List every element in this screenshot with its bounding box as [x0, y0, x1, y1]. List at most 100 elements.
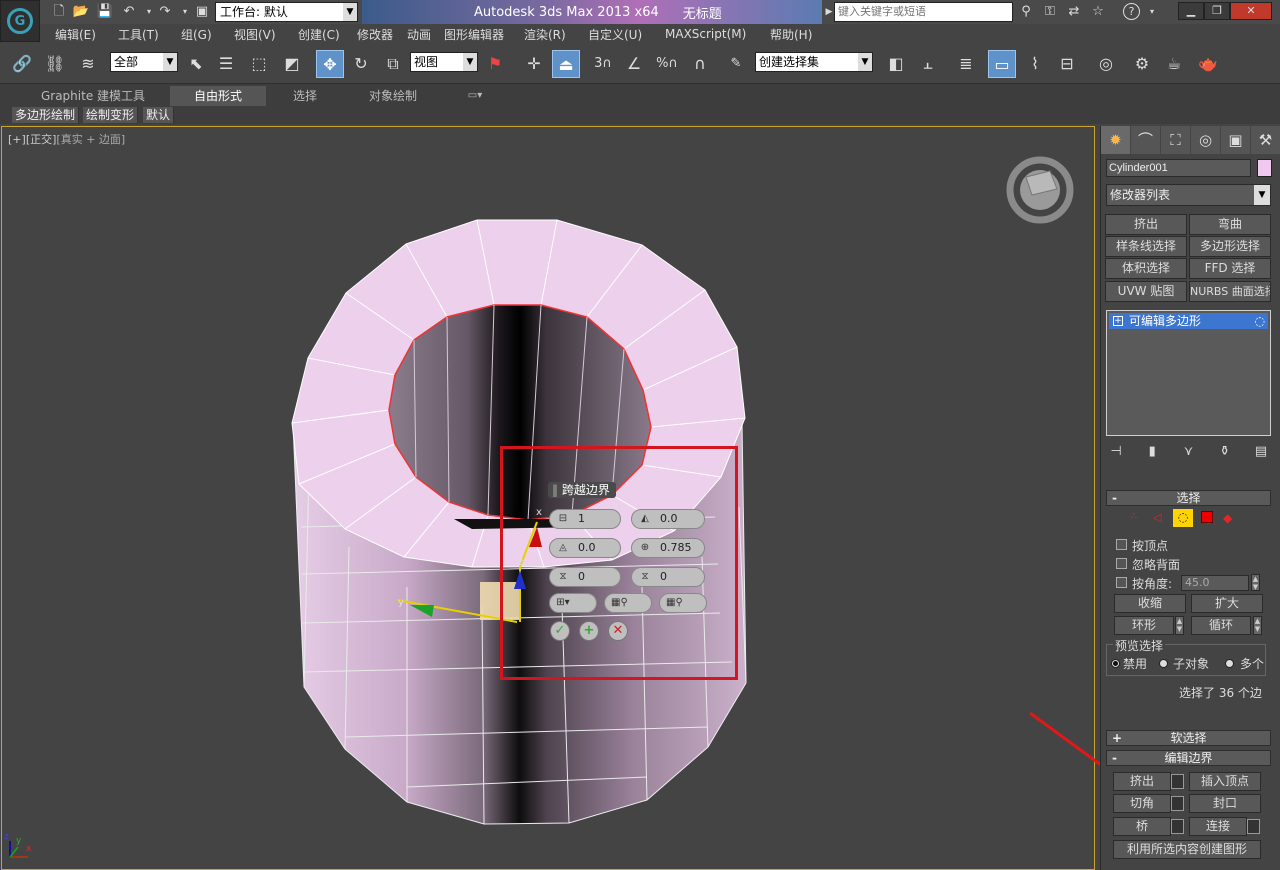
- hierarchy-tab-icon[interactable]: ⛶: [1161, 126, 1190, 154]
- make-unique-icon[interactable]: ⋎: [1179, 444, 1199, 464]
- app-logo-button[interactable]: G: [0, 0, 40, 42]
- snaps-toggle-button[interactable]: 3∩: [589, 50, 617, 78]
- workspace-dropdown[interactable]: 工作台: 默认 ▼: [215, 2, 358, 22]
- rotate-icon[interactable]: ↻: [347, 50, 375, 78]
- remove-modifier-icon[interactable]: ⚱: [1215, 444, 1235, 464]
- layer-manager-icon[interactable]: ≣: [952, 50, 980, 78]
- expand-icon[interactable]: +: [1113, 316, 1123, 326]
- nurbs-surface-select-button[interactable]: NURBS 曲面选择: [1189, 281, 1271, 302]
- edit-borders-rollout-header[interactable]: - 编辑边界: [1106, 750, 1271, 766]
- loop-button[interactable]: 循环: [1191, 616, 1251, 635]
- subtab-defaults[interactable]: 默认: [143, 107, 175, 123]
- chamfer-button[interactable]: 切角: [1113, 794, 1171, 813]
- utilities-tab-icon[interactable]: ⚒: [1251, 126, 1280, 154]
- angle-spinner[interactable]: ▲ ▼: [1251, 574, 1260, 591]
- close-button[interactable]: ✕: [1230, 2, 1272, 20]
- maximize-button[interactable]: ❐: [1204, 2, 1230, 20]
- preview-multi-radio[interactable]: [1225, 659, 1234, 668]
- viewcube[interactable]: [1006, 156, 1074, 224]
- ffd-select-button[interactable]: FFD 选择: [1189, 258, 1271, 279]
- tab-graphite-modeling[interactable]: Graphite 建模工具: [18, 86, 168, 106]
- modifier-stack[interactable]: + 可编辑多边形 ◌: [1106, 310, 1271, 436]
- render-setup-icon[interactable]: ⚙: [1128, 50, 1156, 78]
- menu-graph-editors[interactable]: 图形编辑器: [444, 26, 504, 43]
- uvw-map-button[interactable]: UVW 贴图: [1105, 281, 1187, 302]
- display-tab-icon[interactable]: ▣: [1221, 126, 1250, 154]
- select-object-icon[interactable]: ⬉: [182, 50, 210, 78]
- rendered-frame-icon[interactable]: ☕: [1160, 50, 1188, 78]
- tab-freeform[interactable]: 自由形式: [170, 86, 266, 106]
- poly-select-button[interactable]: 多边形选择: [1189, 236, 1271, 257]
- chamfer-settings-button[interactable]: [1171, 796, 1184, 811]
- subtab-polydraw[interactable]: 多边形绘制: [12, 107, 80, 123]
- by-angle-checkbox[interactable]: [1116, 577, 1127, 588]
- redo-icon[interactable]: ↷: [156, 3, 174, 21]
- polygon-level-icon[interactable]: [1201, 511, 1213, 523]
- extrude-border-button[interactable]: 挤出: [1113, 772, 1171, 791]
- ignore-backfacing-checkbox[interactable]: [1116, 558, 1127, 569]
- curve-editor-icon[interactable]: ⌇: [1021, 50, 1049, 78]
- binoculars-icon[interactable]: ⚲: [1017, 3, 1035, 21]
- create-shape-button[interactable]: 利用所选内容创建图形: [1113, 840, 1261, 859]
- ring-button[interactable]: 环形: [1114, 616, 1174, 635]
- soft-selection-rollout-header[interactable]: + 软选择: [1106, 730, 1271, 746]
- percent-snap-button[interactable]: %∩: [653, 50, 681, 78]
- help-icon[interactable]: ?: [1123, 3, 1140, 20]
- insert-vertex-button[interactable]: 插入顶点: [1189, 772, 1261, 791]
- by-vertex-checkbox[interactable]: [1116, 539, 1127, 550]
- reference-coordinate-dropdown[interactable]: 视图 ▼: [410, 52, 478, 72]
- select-by-name-icon[interactable]: ☰: [212, 50, 240, 78]
- new-file-icon[interactable]: 🗋: [50, 3, 68, 21]
- grow-button[interactable]: 扩大: [1191, 594, 1263, 613]
- select-manipulate-icon[interactable]: ✛: [520, 50, 548, 78]
- bridge-button[interactable]: 桥: [1113, 817, 1171, 836]
- object-color-swatch[interactable]: [1257, 159, 1272, 177]
- undo-icon[interactable]: ↶: [120, 3, 138, 21]
- graphite-toggle-icon[interactable]: ▭: [988, 50, 1016, 78]
- element-level-icon[interactable]: ◆: [1223, 511, 1232, 525]
- help-dropdown-icon[interactable]: ▾: [1143, 3, 1161, 21]
- bend-modifier-button[interactable]: 弯曲: [1189, 214, 1271, 235]
- angle-value-field[interactable]: 45.0: [1181, 575, 1249, 591]
- render-teapot-icon[interactable]: 🫖: [1194, 50, 1222, 78]
- border-level-icon[interactable]: ◌: [1173, 509, 1193, 527]
- vertex-level-icon[interactable]: ∴: [1131, 511, 1137, 522]
- subscription-key-icon[interactable]: ⚿: [1041, 3, 1059, 21]
- menu-rendering[interactable]: 渲染(R): [524, 26, 566, 43]
- create-tab-icon[interactable]: ✹: [1101, 126, 1130, 154]
- minimize-button[interactable]: ▁: [1178, 2, 1204, 20]
- scale-icon[interactable]: ⧉: [379, 50, 407, 78]
- menu-create[interactable]: 创建(C): [298, 26, 340, 43]
- angle-snap-icon[interactable]: ∠: [620, 50, 648, 78]
- stack-item-editable-poly[interactable]: + 可编辑多边形 ◌: [1109, 313, 1268, 329]
- menu-customize[interactable]: 自定义(U): [588, 26, 642, 43]
- edit-named-selection-icon[interactable]: ✎: [722, 50, 750, 78]
- favorites-star-icon[interactable]: ☆: [1089, 3, 1107, 21]
- ring-spinner[interactable]: ▲ ▼: [1175, 616, 1184, 635]
- motion-tab-icon[interactable]: ◎: [1191, 126, 1220, 154]
- schematic-view-icon[interactable]: ⊟: [1053, 50, 1081, 78]
- redo-dropdown-icon[interactable]: ▾: [176, 3, 194, 21]
- object-name-field[interactable]: [1106, 159, 1251, 177]
- volume-select-button[interactable]: 体积选择: [1105, 258, 1187, 279]
- unlink-icon[interactable]: ⛓: [41, 50, 69, 78]
- bridge-settings-button[interactable]: [1171, 819, 1184, 834]
- perspective-viewport[interactable]: [+][正交][真实 + 边面] y z x x y z ‖ 跨越边界 ⊟ 1 …: [1, 126, 1190, 870]
- edge-level-icon[interactable]: ◁: [1153, 511, 1161, 524]
- align-icon[interactable]: ⫠: [914, 50, 942, 78]
- modifier-list-dropdown[interactable]: 修改器列表 ▼: [1106, 184, 1271, 206]
- selection-rollout-header[interactable]: - 选择: [1106, 490, 1271, 506]
- move-icon[interactable]: ✥: [316, 50, 344, 78]
- menu-tools[interactable]: 工具(T): [118, 26, 159, 43]
- preview-off-radio[interactable]: [1111, 659, 1120, 668]
- configure-sets-icon[interactable]: ▤: [1251, 444, 1271, 464]
- selection-filter-dropdown[interactable]: 全部 ▼: [110, 52, 178, 72]
- menu-edit[interactable]: 编辑(E): [55, 26, 96, 43]
- search-input[interactable]: [834, 2, 1013, 22]
- cap-button[interactable]: 封口: [1189, 794, 1261, 813]
- modify-tab-icon[interactable]: ⌒: [1131, 126, 1160, 154]
- keyboard-shortcut-override-icon[interactable]: ⏏: [552, 50, 580, 78]
- loop-spinner[interactable]: ▲ ▼: [1253, 616, 1262, 635]
- extrude-modifier-button[interactable]: 挤出: [1105, 214, 1187, 235]
- named-selection-dropdown[interactable]: 创建选择集 ▼: [755, 52, 873, 72]
